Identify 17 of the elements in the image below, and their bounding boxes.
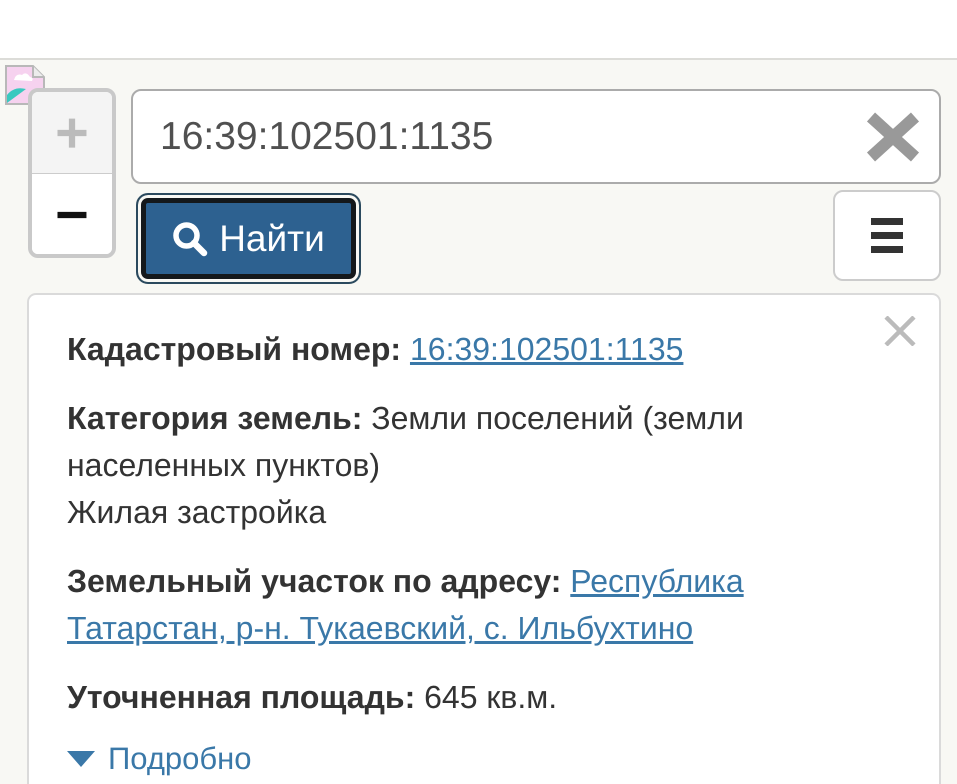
field-value: Жилая застройка — [67, 493, 326, 532]
close-icon — [883, 316, 917, 346]
search-button[interactable]: Найти — [136, 193, 361, 284]
clear-button[interactable] — [865, 111, 921, 163]
search-icon — [172, 220, 208, 256]
popup-close-button[interactable] — [883, 316, 917, 346]
field-text[interactable]: Земельный участок по адресу: Республика Татарстан, р-н. Тукаевский, с. Ильбухтино — [67, 558, 867, 652]
close-icon — [865, 111, 921, 163]
menu-icon — [871, 218, 903, 254]
field-text: Категория земель: Земли поселений (земли населенных пунктов) — [67, 399, 745, 485]
search-field[interactable]: 16:39:102501:1135 — [131, 89, 941, 184]
field-label: Уточненная площадь: — [67, 679, 416, 715]
value-link[interactable]: 16:39:102501:1135 — [410, 331, 684, 367]
details-toggle[interactable]: Подробно — [67, 744, 252, 774]
menu-button[interactable] — [833, 190, 941, 281]
field-label: Кадастровый номер: — [67, 331, 402, 367]
field-value: 645 кв.м. — [424, 679, 558, 715]
